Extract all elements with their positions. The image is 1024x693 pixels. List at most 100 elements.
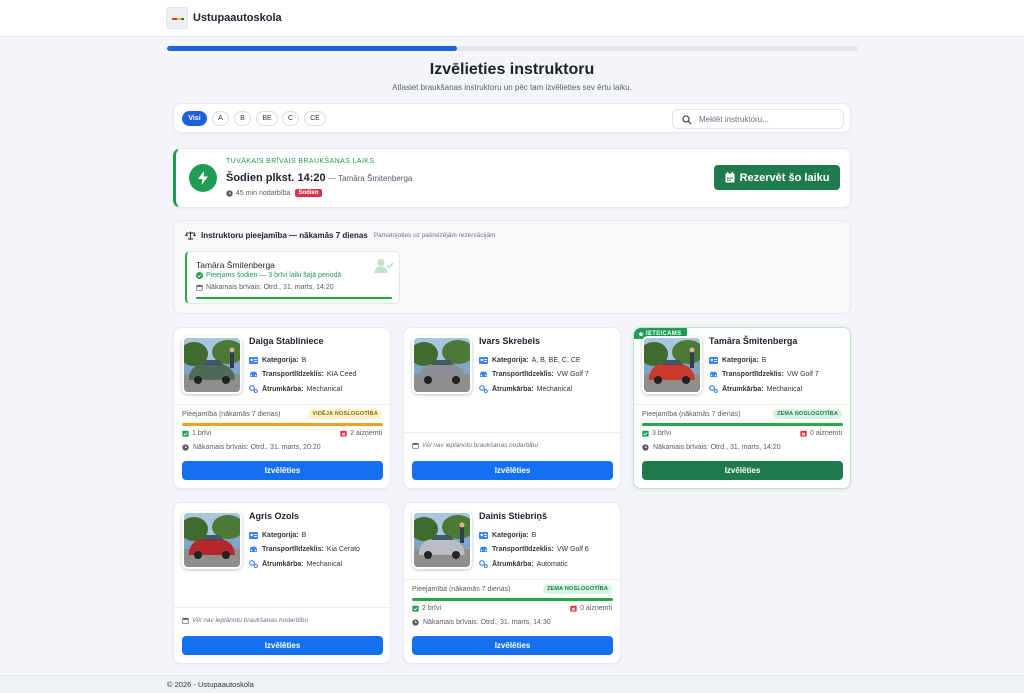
card-divider: [174, 404, 390, 405]
instructor-vehicle-label: Transportlīdzeklis:: [722, 371, 784, 378]
free-slots-text: 2 brīvi: [422, 605, 442, 612]
instructor-category-label: Kategorija:: [262, 357, 299, 364]
instructor-vehicle-value: VW Golf 6: [556, 546, 589, 553]
instructor-vehicle: Transportlīdzeklis: Kia Cerato: [249, 546, 360, 553]
filter-chip-be[interactable]: BE: [256, 111, 278, 126]
no-lessons-text: Vēl nav ieplānotu braukšanas nodarbību: [192, 617, 309, 624]
instructor-gearbox-label: Ātrumkārba:: [722, 385, 764, 393]
choose-instructor-button[interactable]: Izvēlēties: [642, 461, 843, 480]
next-available: Nākamais brīvais: Otrd., 31. marts, 14:3…: [412, 619, 551, 626]
filter-chip-ce[interactable]: CE: [304, 111, 326, 126]
availability-card-name: Tamāra Šmitenberga: [196, 260, 275, 270]
choose-instructor-button[interactable]: Izvēlēties: [412, 461, 613, 480]
nearest-slot-meta: 45 min nodarbība Šodien: [226, 189, 322, 197]
check-circle-icon: [196, 272, 203, 279]
choose-instructor-button[interactable]: Izvēlēties: [182, 461, 383, 480]
brand-name: Ustupaautoskola: [193, 12, 282, 24]
availability-card-status-text: Pieejams šodien — 3 brīvi laiki šajā per…: [206, 272, 342, 279]
load-badge: ZEMA NOSLOGOTĪBA: [772, 409, 842, 419]
balance-scale-icon: [185, 231, 196, 240]
instructor-vehicle: Transportlīdzeklis: KIA Ceed: [249, 371, 356, 378]
instructor-card[interactable]: Daiga Stabliniece Kategorija: B Transportlī…: [173, 327, 391, 489]
instructor-vehicle-value: Kia Cerato: [326, 546, 360, 553]
instructor-name: Agris Ozols: [249, 511, 300, 521]
availability-card[interactable]: Tamāra Šmitenberga Pieejams šodien — 3 b…: [185, 251, 400, 304]
id-card-icon: [249, 357, 258, 364]
load-badge: VIDĒJA NOSLOGOTĪBA: [308, 409, 382, 419]
car-icon: [249, 546, 258, 553]
instructor-name: Tamāra Šmitenberga: [709, 336, 798, 346]
wizard-progress: [167, 46, 858, 51]
instructor-category: Kategorija: B: [479, 532, 536, 539]
footer: © 2026 - Ustupaautoskola: [0, 675, 1024, 693]
instructor-category-label: Kategorija:: [492, 357, 529, 364]
card-divider: [174, 607, 390, 608]
instructor-category-value: A, B, BE, C, CE: [531, 357, 581, 364]
instructor-vehicle: Transportlīdzeklis: VW Golf 6: [479, 546, 589, 553]
calendar-x-icon: [340, 430, 347, 437]
filter-chip-c[interactable]: C: [282, 111, 299, 126]
brand[interactable]: Ustupaautoskola: [166, 7, 282, 29]
instructor-gearbox-value: Mechanical: [766, 385, 803, 393]
next-available-text: Nākamais brīvais: Otrd., 31. marts, 14:3…: [423, 619, 551, 626]
instructor-vehicle-value: VW Golf 7: [556, 371, 589, 378]
instructor-card[interactable]: Agris Ozols Kategorija: B Transportlīdzekli…: [173, 502, 391, 664]
search-input[interactable]: [699, 112, 839, 126]
calendar-icon: [182, 617, 189, 624]
wizard-progress-fill: [167, 46, 458, 51]
instructor-category: Kategorija: B: [249, 532, 306, 539]
gears-icon: [249, 385, 258, 393]
instructor-gearbox-label: Ātrumkārba:: [492, 385, 534, 393]
instructor-card[interactable]: Dainis Stiebriņš Kategorija: B Transportlīd…: [403, 502, 621, 664]
calendar-check-icon: [642, 430, 649, 437]
instructor-gearbox: Ātrumkārba: Mechanical: [479, 385, 572, 393]
instructor-vehicle-value: VW Golf 7: [786, 371, 819, 378]
instructor-vehicle-label: Transportlīdzeklis:: [492, 546, 554, 553]
today-badge: Šodien: [295, 189, 322, 197]
id-card-icon: [479, 357, 488, 364]
availability-label: Pieejamība (nākamās 7 dienas): [412, 586, 511, 593]
filter-chip-a[interactable]: A: [212, 111, 229, 126]
calendar-x-icon: [570, 605, 577, 612]
card-divider: [404, 579, 620, 580]
reserve-slot-button[interactable]: Rezervēt šo laiku: [714, 165, 840, 190]
availability-overview-note: Pamatojoties uz pašreizējām rezervācijām: [373, 232, 496, 239]
instructor-vehicle-label: Transportlīdzeklis:: [262, 371, 324, 378]
choose-instructor-button[interactable]: Izvēlēties: [182, 636, 383, 655]
free-slots: 2 brīvi: [412, 605, 441, 612]
no-lessons-note: Vēl nav ieplānotu braukšanas nodarbību: [412, 442, 538, 449]
instructor-name: Ivars Skrebels: [479, 336, 541, 346]
instructor-gearbox-label: Ātrumkārba:: [262, 560, 304, 568]
busy-slots-text: 0 aizņemti: [580, 605, 612, 612]
car-icon: [479, 371, 488, 378]
filter-bar: Visi A B BE C CE: [173, 103, 851, 133]
instructor-gearbox-value: Mechanical: [306, 385, 343, 393]
search-icon: [682, 115, 692, 125]
instructor-category: Kategorija: B: [249, 357, 306, 364]
search-box: [672, 109, 844, 129]
filter-chip-b[interactable]: B: [234, 111, 251, 126]
calendar-icon: [725, 172, 735, 183]
no-lessons-text: Vēl nav ieplānotu braukšanas nodarbību: [422, 442, 539, 449]
availability-label: Pieejamība (nākamās 7 dienas): [642, 411, 741, 418]
calendar-icon: [196, 285, 203, 291]
load-bar-fill: [182, 423, 383, 426]
instructor-card[interactable]: Ivars Skrebels Kategorija: A, B, BE, C, CE…: [403, 327, 621, 489]
choose-instructor-button[interactable]: Izvēlēties: [412, 636, 613, 655]
instructor-vehicle-label: Transportlīdzeklis:: [492, 371, 554, 378]
instructor-card[interactable]: IETEICAMS Tamāra Šmitenberga Kategorija: B T…: [633, 327, 851, 489]
page-title: Izvēlieties instruktoru: [429, 61, 595, 78]
next-available-text: Nākamais brīvais: Otrd., 31. marts, 20:2…: [193, 444, 321, 451]
star-icon: [638, 330, 644, 337]
instructor-gearbox: Ātrumkārba: Mechanical: [249, 560, 342, 568]
instructor-vehicle: Transportlīdzeklis: VW Golf 7: [709, 371, 819, 378]
filter-chip-visi[interactable]: Visi: [182, 111, 207, 126]
availability-card-bar-fill: [196, 297, 392, 299]
load-bar-fill: [412, 598, 613, 601]
instructor-gearbox: Ātrumkārba: Mechanical: [249, 385, 342, 393]
instructor-gearbox-label: Ātrumkārba:: [262, 385, 304, 393]
load-bar: [642, 423, 843, 426]
car-icon: [249, 371, 258, 378]
instructor-category-value: B: [301, 532, 307, 539]
nearest-slot-time: Šodien plkst. 14:20: [226, 172, 326, 184]
